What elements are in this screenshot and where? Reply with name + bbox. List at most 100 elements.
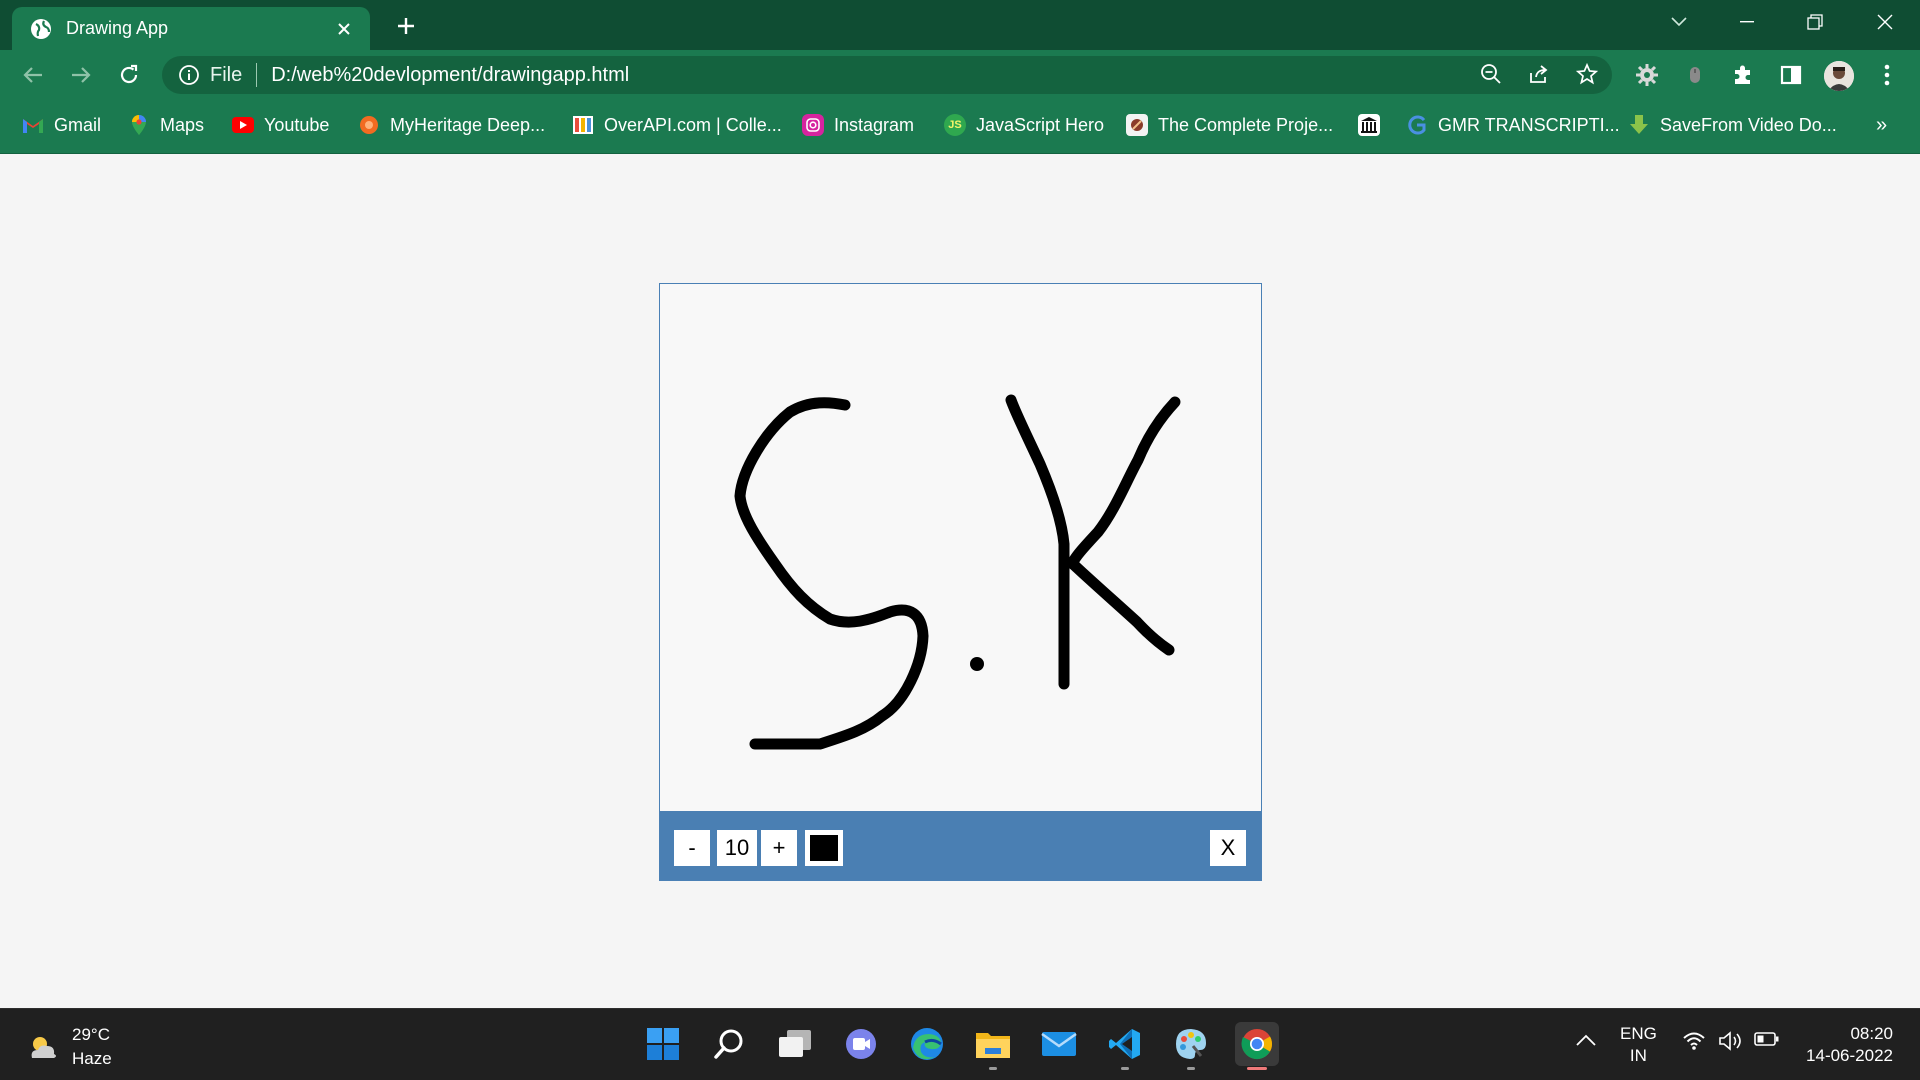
- new-tab-button[interactable]: [392, 12, 420, 40]
- color-swatch: [810, 835, 838, 861]
- file-explorer-icon[interactable]: [971, 1022, 1015, 1070]
- tab-strip: Drawing App: [0, 0, 1920, 50]
- stroke-dot: [970, 657, 984, 671]
- bookmark-gmail[interactable]: Gmail: [22, 112, 101, 138]
- clock[interactable]: 08:20 14-06-2022: [1797, 1023, 1893, 1067]
- stroke-k-leg: [1067, 558, 1175, 656]
- globe-icon: [30, 18, 52, 40]
- bookmark-label: Gmail: [54, 114, 102, 135]
- gmail-icon: [22, 114, 44, 136]
- search-icon[interactable]: [707, 1022, 751, 1066]
- share-icon[interactable]: [1524, 59, 1554, 89]
- bookmark-javascript-hero[interactable]: JS JavaScript Hero: [944, 112, 1104, 138]
- back-icon[interactable]: [18, 60, 48, 90]
- site-info-icon[interactable]: [178, 64, 200, 86]
- address-bar[interactable]: File D:/web%20devlopment/drawingapp.html: [162, 56, 1612, 94]
- weather-haze-icon: [31, 1037, 56, 1058]
- bookmark-overapi[interactable]: OverAPI.com | Colle...: [572, 112, 782, 138]
- clear-button[interactable]: X: [1210, 830, 1246, 866]
- color-picker[interactable]: [805, 830, 843, 866]
- task-view-icon[interactable]: [773, 1022, 817, 1066]
- museum-icon: [1358, 114, 1380, 136]
- forward-icon[interactable]: [66, 60, 96, 90]
- bookmark-savefrom[interactable]: SaveFrom Video Do...: [1628, 112, 1837, 138]
- tab-drawing-app[interactable]: Drawing App: [12, 7, 370, 50]
- increase-size-button[interactable]: +: [761, 830, 797, 866]
- show-hidden-icons-button[interactable]: [1576, 1031, 1596, 1051]
- maps-icon: [128, 114, 150, 136]
- bookmark-label: SaveFrom Video Do...: [1660, 114, 1837, 135]
- extension-mouse-icon[interactable]: [1680, 60, 1710, 90]
- weather-temp: 29°C: [72, 1025, 110, 1044]
- wifi-icon[interactable]: [1682, 1031, 1706, 1056]
- paint-icon[interactable]: [1169, 1022, 1213, 1070]
- tab-close-icon[interactable]: [332, 17, 356, 41]
- overapi-icon: [572, 114, 594, 136]
- app-toolbar: - 10 + X: [660, 811, 1261, 880]
- vscode-icon[interactable]: [1103, 1022, 1147, 1070]
- bookmark-label: Youtube: [264, 114, 330, 135]
- weather-widget[interactable]: 29°C Haze: [26, 1023, 112, 1071]
- taskbar: 29°C Haze ENG IN 08:20 14-06-2022: [0, 1008, 1920, 1080]
- bookmark-label: MyHeritage Deep...: [390, 114, 546, 135]
- bookmarks-bar: Gmail Maps Youtube MyHeritage Deep... Ov…: [0, 100, 1920, 154]
- drawing-canvas[interactable]: [660, 284, 1261, 811]
- tab-search-icon[interactable]: [1656, 6, 1702, 38]
- chrome-icon[interactable]: [1235, 1022, 1279, 1070]
- restore-icon[interactable]: [1792, 6, 1838, 38]
- youtube-icon: [232, 117, 254, 133]
- clock-date: 14-06-2022: [1806, 1046, 1893, 1065]
- bookmark-star-icon[interactable]: [1572, 59, 1602, 89]
- bookmark-instagram[interactable]: Instagram: [802, 112, 914, 138]
- drawing-app-container: - 10 + X: [659, 283, 1262, 881]
- project-icon: [1126, 114, 1148, 136]
- menu-kebab-icon[interactable]: [1872, 60, 1902, 90]
- bookmark-label: The Complete Proje...: [1158, 114, 1334, 135]
- bookmark-complete-project[interactable]: The Complete Proje...: [1126, 112, 1333, 138]
- url-text[interactable]: D:/web%20devlopment/drawingapp.html: [271, 64, 629, 87]
- url-scheme: File: [210, 63, 243, 86]
- bookmark-myheritage[interactable]: MyHeritage Deep...: [358, 112, 545, 138]
- volume-icon[interactable]: [1718, 1031, 1744, 1056]
- minimize-icon[interactable]: [1724, 6, 1770, 38]
- stroke-k-arm: [1067, 396, 1181, 570]
- chat-icon[interactable]: [839, 1022, 883, 1066]
- zoom-icon[interactable]: [1476, 59, 1506, 89]
- gmr-icon: [1406, 114, 1428, 136]
- bookmark-maps[interactable]: Maps: [128, 112, 204, 138]
- brush-size-value: 10: [717, 830, 757, 866]
- bookmark-youtube[interactable]: Youtube: [232, 112, 329, 138]
- profile-avatar[interactable]: [1824, 61, 1854, 91]
- running-indicator: [1121, 1067, 1129, 1070]
- battery-icon[interactable]: [1754, 1031, 1780, 1052]
- clock-time: 08:20: [1850, 1024, 1893, 1043]
- tab-title: Drawing App: [66, 18, 169, 38]
- bookmark-museum[interactable]: [1358, 112, 1390, 138]
- bookmarks-overflow-button[interactable]: »: [1876, 114, 1887, 137]
- decrease-size-button[interactable]: -: [674, 830, 710, 866]
- active-indicator: [1247, 1067, 1267, 1070]
- bookmark-label: JavaScript Hero: [976, 114, 1105, 135]
- js-icon: JS: [944, 114, 966, 136]
- close-window-icon[interactable]: [1862, 6, 1908, 38]
- windows-start-icon[interactable]: [641, 1022, 685, 1066]
- stroke-s: [734, 397, 929, 750]
- bookmark-gmr-transcription[interactable]: GMR TRANSCRIPTI...: [1406, 112, 1620, 138]
- extension-gear-icon[interactable]: [1632, 60, 1662, 90]
- running-indicator: [989, 1067, 997, 1070]
- savefrom-icon: [1628, 114, 1650, 136]
- running-indicator: [1187, 1067, 1195, 1070]
- myheritage-icon: [358, 114, 380, 136]
- browser-toolbar: File D:/web%20devlopment/drawingapp.html: [0, 50, 1920, 100]
- bookmark-label: GMR TRANSCRIPTI...: [1438, 114, 1620, 135]
- language-code: ENG: [1620, 1024, 1657, 1043]
- mail-icon[interactable]: [1037, 1022, 1081, 1066]
- reload-icon[interactable]: [114, 60, 144, 90]
- instagram-icon: [802, 114, 824, 136]
- bookmark-label: OverAPI.com | Colle...: [604, 114, 782, 135]
- edge-icon[interactable]: [905, 1022, 949, 1066]
- extensions-puzzle-icon[interactable]: [1728, 60, 1758, 90]
- bookmark-label: Instagram: [834, 114, 915, 135]
- language-indicator[interactable]: ENG IN: [1620, 1023, 1657, 1067]
- side-panel-icon[interactable]: [1776, 60, 1806, 90]
